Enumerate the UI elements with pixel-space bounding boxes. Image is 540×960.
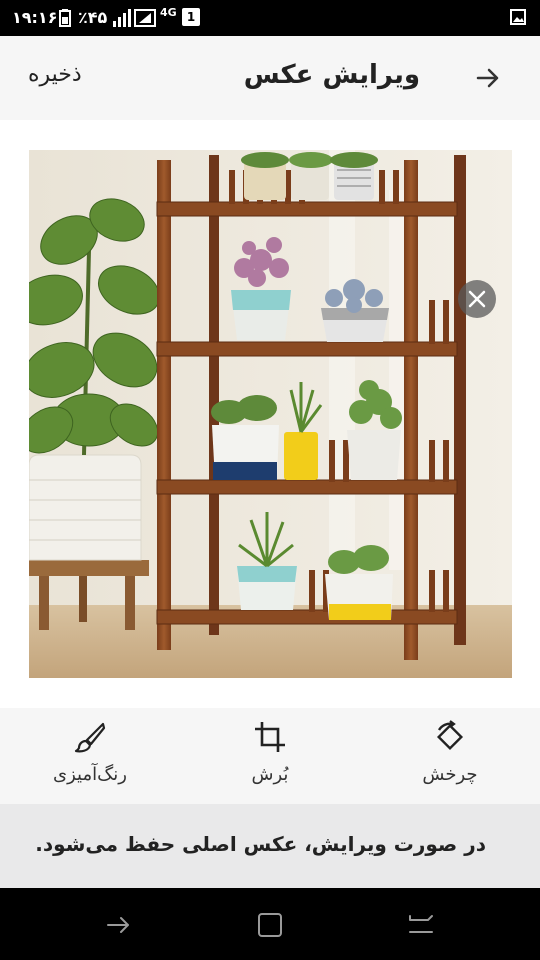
battery-saver-icon <box>59 9 71 27</box>
signal-icon <box>113 9 131 27</box>
brush-icon <box>74 722 106 753</box>
page-title: ویرایش عکس <box>243 60 420 90</box>
info-notice: در صورت ویرایش، عکس اصلی حفظ می‌شود. <box>0 804 540 888</box>
close-photo-button[interactable] <box>458 280 496 318</box>
notice-text: در صورت ویرایش، عکس اصلی حفظ می‌شود. <box>35 832 486 856</box>
color-label: رنگ‌آمیزی <box>53 764 127 785</box>
battery-percent: ٪۴۵ <box>78 8 108 27</box>
status-time: ۱۹:۱۶ <box>12 8 58 27</box>
status-bar: ۱۹:۱۶ ٪۴۵ 4G 1 <box>0 0 540 36</box>
rotate-button[interactable]: چرخش <box>390 720 510 796</box>
save-button[interactable]: ذخیره <box>28 62 82 87</box>
back-icon[interactable] <box>104 910 134 940</box>
color-button[interactable]: رنگ‌آمیزی <box>30 720 150 796</box>
signal-box-icon <box>134 9 156 27</box>
plant-shelf-photo <box>29 150 512 678</box>
close-icon <box>468 290 486 308</box>
network-type: 4G <box>160 6 177 19</box>
app-header: ویرایش عکس ذخیره <box>0 36 540 120</box>
rotate-label: چرخش <box>422 764 478 785</box>
notification-count-badge: 1 <box>182 8 200 26</box>
crop-button[interactable]: بُرش <box>210 720 330 796</box>
crop-icon <box>255 722 285 752</box>
crop-label: بُرش <box>251 764 289 785</box>
edit-toolbar: چرخش بُرش رنگ‌آمیزی <box>0 708 540 804</box>
photo-area <box>0 120 540 708</box>
home-icon[interactable] <box>255 910 285 940</box>
recents-icon[interactable] <box>406 910 436 940</box>
arrow-right-icon[interactable] <box>474 64 502 92</box>
gallery-icon <box>510 9 526 25</box>
system-nav-bar <box>0 888 540 960</box>
rotate-icon <box>436 720 464 751</box>
